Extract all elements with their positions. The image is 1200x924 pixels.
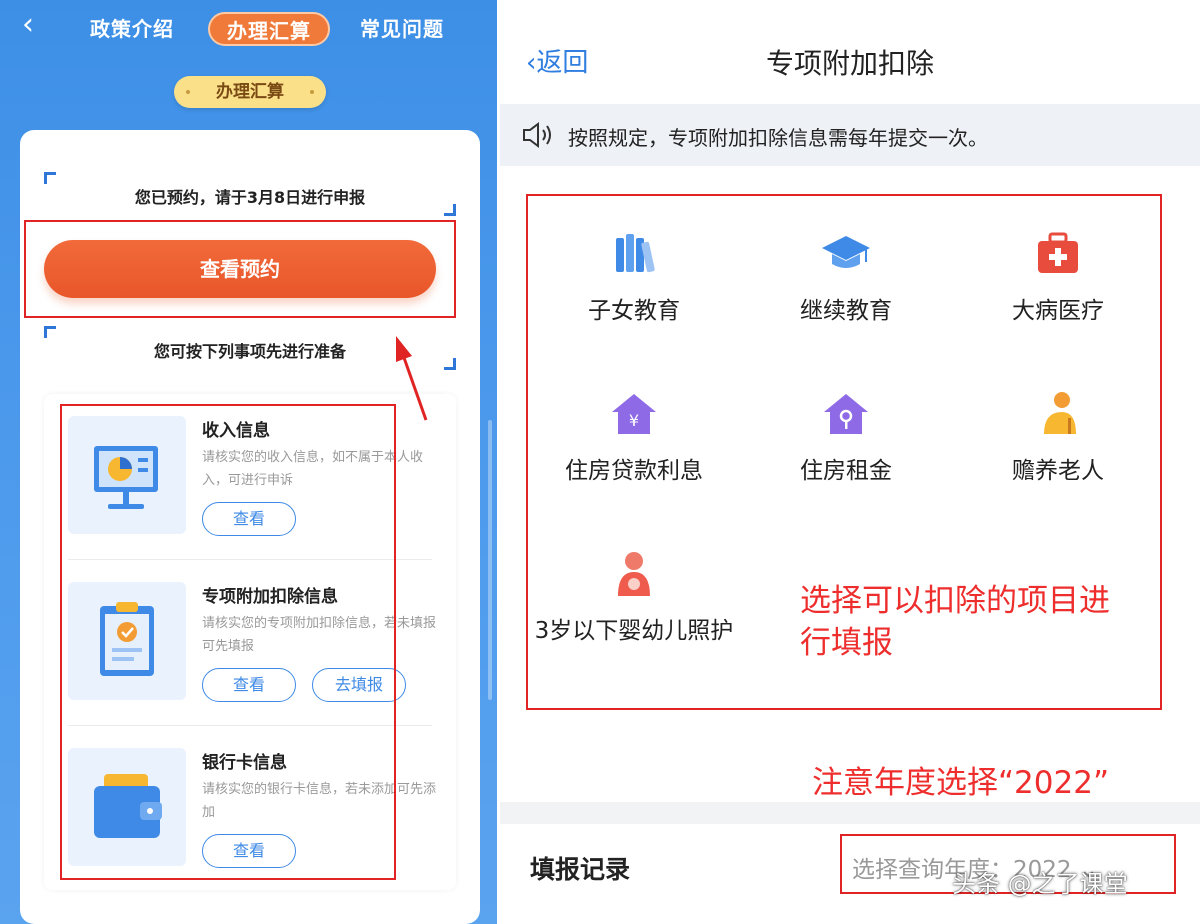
right-screen: ‹返回 专项附加扣除 按照规定，专项附加扣除信息需每年提交一次。 子女教育 继续… [500,0,1200,924]
watermark: 头条 @之了课堂 [952,870,1128,898]
page-title: 专项附加扣除 [765,47,934,80]
record-title: 填报记录 [530,855,631,884]
deduction-category-grid: 子女教育 继续教育 大病医疗 ¥ 住房贷款利息 住房租金 赡养老人 3岁以下婴幼… [500,166,1200,802]
speaker-icon [520,120,556,154]
left-screen: ‹ 政策介绍 办理汇算 常见问题 办理汇算 您已预约，请于3月8日进行申报 查看… [0,0,497,924]
annotation-select-year: 注意年度选择“2022” [812,765,1110,801]
annotation-arrow-icon [396,336,428,421]
record-row: 填报记录 选择查询年度：2022 ⌄ 头条 @之了课堂 [500,824,1200,924]
notice-bar: 按照规定，专项附加扣除信息需每年提交一次。 [500,104,1200,166]
annotation-select-items: 选择可以扣除的项目进行填报 [800,583,1110,661]
nav-bar: ‹返回 专项附加扣除 [500,0,1200,104]
section-gap [500,802,1200,824]
notice-text: 按照规定，专项附加扣除信息需每年提交一次。 [568,126,988,150]
